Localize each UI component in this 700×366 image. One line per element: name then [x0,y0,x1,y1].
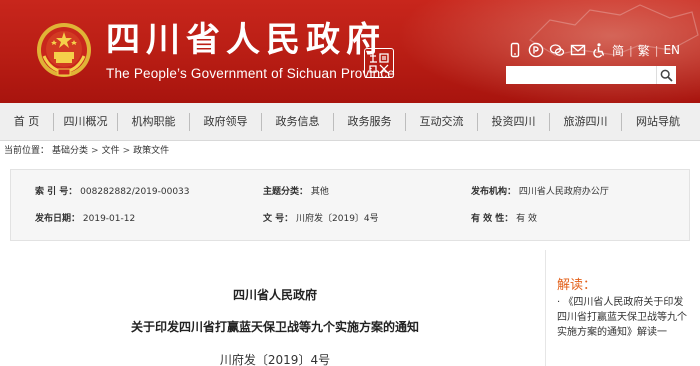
nav-item-interaction[interactable]: 互动交流 [406,113,478,131]
national-emblem-icon [37,23,91,77]
nav-item-leaders[interactable]: 政府领导 [190,113,262,131]
meta-date: 发布日期： 2019-01-12 [35,212,135,226]
meta-validity-label: 有 效 性： [471,214,514,224]
email-icon[interactable] [570,42,586,58]
breadcrumb-prefix: 当前位置： [4,146,50,156]
nav-items: 首 页 四川概况 机构职能 政府领导 政务信息 政务服务 互动交流 投资四川 旅… [0,113,694,131]
meta-date-label: 发布日期： [35,214,81,224]
breadcrumb-separator: > [91,146,99,156]
nav-item-services[interactable]: 政务服务 [334,113,406,131]
main-nav: 首 页 四川概况 机构职能 政府领导 政务信息 政务服务 互动交流 投资四川 旅… [0,103,700,141]
meta-date-value: 2019-01-12 [82,214,136,224]
site-title[interactable]: 四川省人民政府 [106,20,386,60]
accessibility-icon[interactable] [591,42,607,58]
content-divider [545,250,546,366]
seal-logo [364,48,394,78]
header-tools: 简 | 繁 | EN [507,41,680,59]
search-button[interactable] [656,66,676,84]
lang-separator: | [654,43,659,57]
meta-index-value: 008282882/2019-00033 [80,187,190,197]
nav-item-info[interactable]: 政务信息 [262,113,334,131]
breadcrumb-item-files[interactable]: 文件 [102,146,120,156]
meta-index: 索 引 号： 008282882/2019-00033 [35,185,190,199]
lang-english-link[interactable]: EN [663,43,680,57]
nav-item-tourism[interactable]: 旅游四川 [550,113,622,131]
search-icon [660,69,673,82]
interpretation-title: 解读： [557,278,597,293]
nav-item-sitemap[interactable]: 网站导航 [622,113,694,131]
meta-docno-value: 川府发〔2019〕4号 [296,214,379,224]
article-content: 四川省人民政府 关于印发四川省打赢蓝天保卫战等九个实施方案的通知 川府发〔201… [10,250,540,366]
meta-org: 发布机构： 四川省人民政府办公厅 [471,185,609,199]
meta-docno: 文 号： 川府发〔2019〕4号 [263,212,379,226]
article-doc-number: 川府发〔2019〕4号 [219,353,331,366]
lang-simplified-link[interactable]: 简 [612,42,624,59]
lang-separator: | [629,43,633,57]
meta-org-value: 四川省人民政府办公厅 [518,187,609,197]
nav-item-invest[interactable]: 投资四川 [478,113,550,131]
nav-item-overview[interactable]: 四川概况 [54,113,118,131]
interpretation-link[interactable]: · 《四川省人民政府关于印发四川省打赢蓝天保卫战等九个实施方案的通知》解读一 [557,295,692,340]
meta-topic-label: 主题分类： [263,187,309,197]
site-header: 四川省人民政府 The People’s Government of Sichu… [0,0,700,103]
meta-topic-value: 其他 [310,187,329,197]
breadcrumb-separator: > [122,146,131,156]
breadcrumb-item-category[interactable]: 基础分类 [52,146,88,156]
meta-validity: 有 效 性： 有 效 [471,212,537,226]
article-issuer: 四川省人民政府 [232,288,317,302]
meta-docno-label: 文 号： [263,214,294,224]
search-input[interactable] [506,66,656,84]
wechat-icon[interactable] [549,42,565,58]
meta-topic: 主题分类： 其他 [263,185,329,199]
seal-icon [369,53,389,74]
nav-item-functions[interactable]: 机构职能 [118,113,190,131]
site-subtitle-en: The People’s Government of Sichuan Provi… [106,66,396,81]
weibo-icon[interactable] [528,42,544,58]
meta-validity-value: 有 效 [516,214,538,224]
article-title: 关于印发四川省打赢蓝天保卫战等九个实施方案的通知 [130,320,419,334]
nav-item-home[interactable]: 首 页 [0,113,54,131]
meta-org-label: 发布机构： [471,187,517,197]
meta-index-label: 索 引 号： [35,187,78,197]
document-meta-box: 索 引 号： 008282882/2019-00033 主题分类： 其他 发布机… [10,169,690,241]
breadcrumb-item-policy[interactable]: 政策文件 [133,146,169,156]
breadcrumb: 当前位置： 基础分类 > 文件 > 政策文件 [4,143,172,157]
lang-traditional-link[interactable]: 繁 [638,42,650,59]
mobile-icon[interactable] [507,42,523,58]
